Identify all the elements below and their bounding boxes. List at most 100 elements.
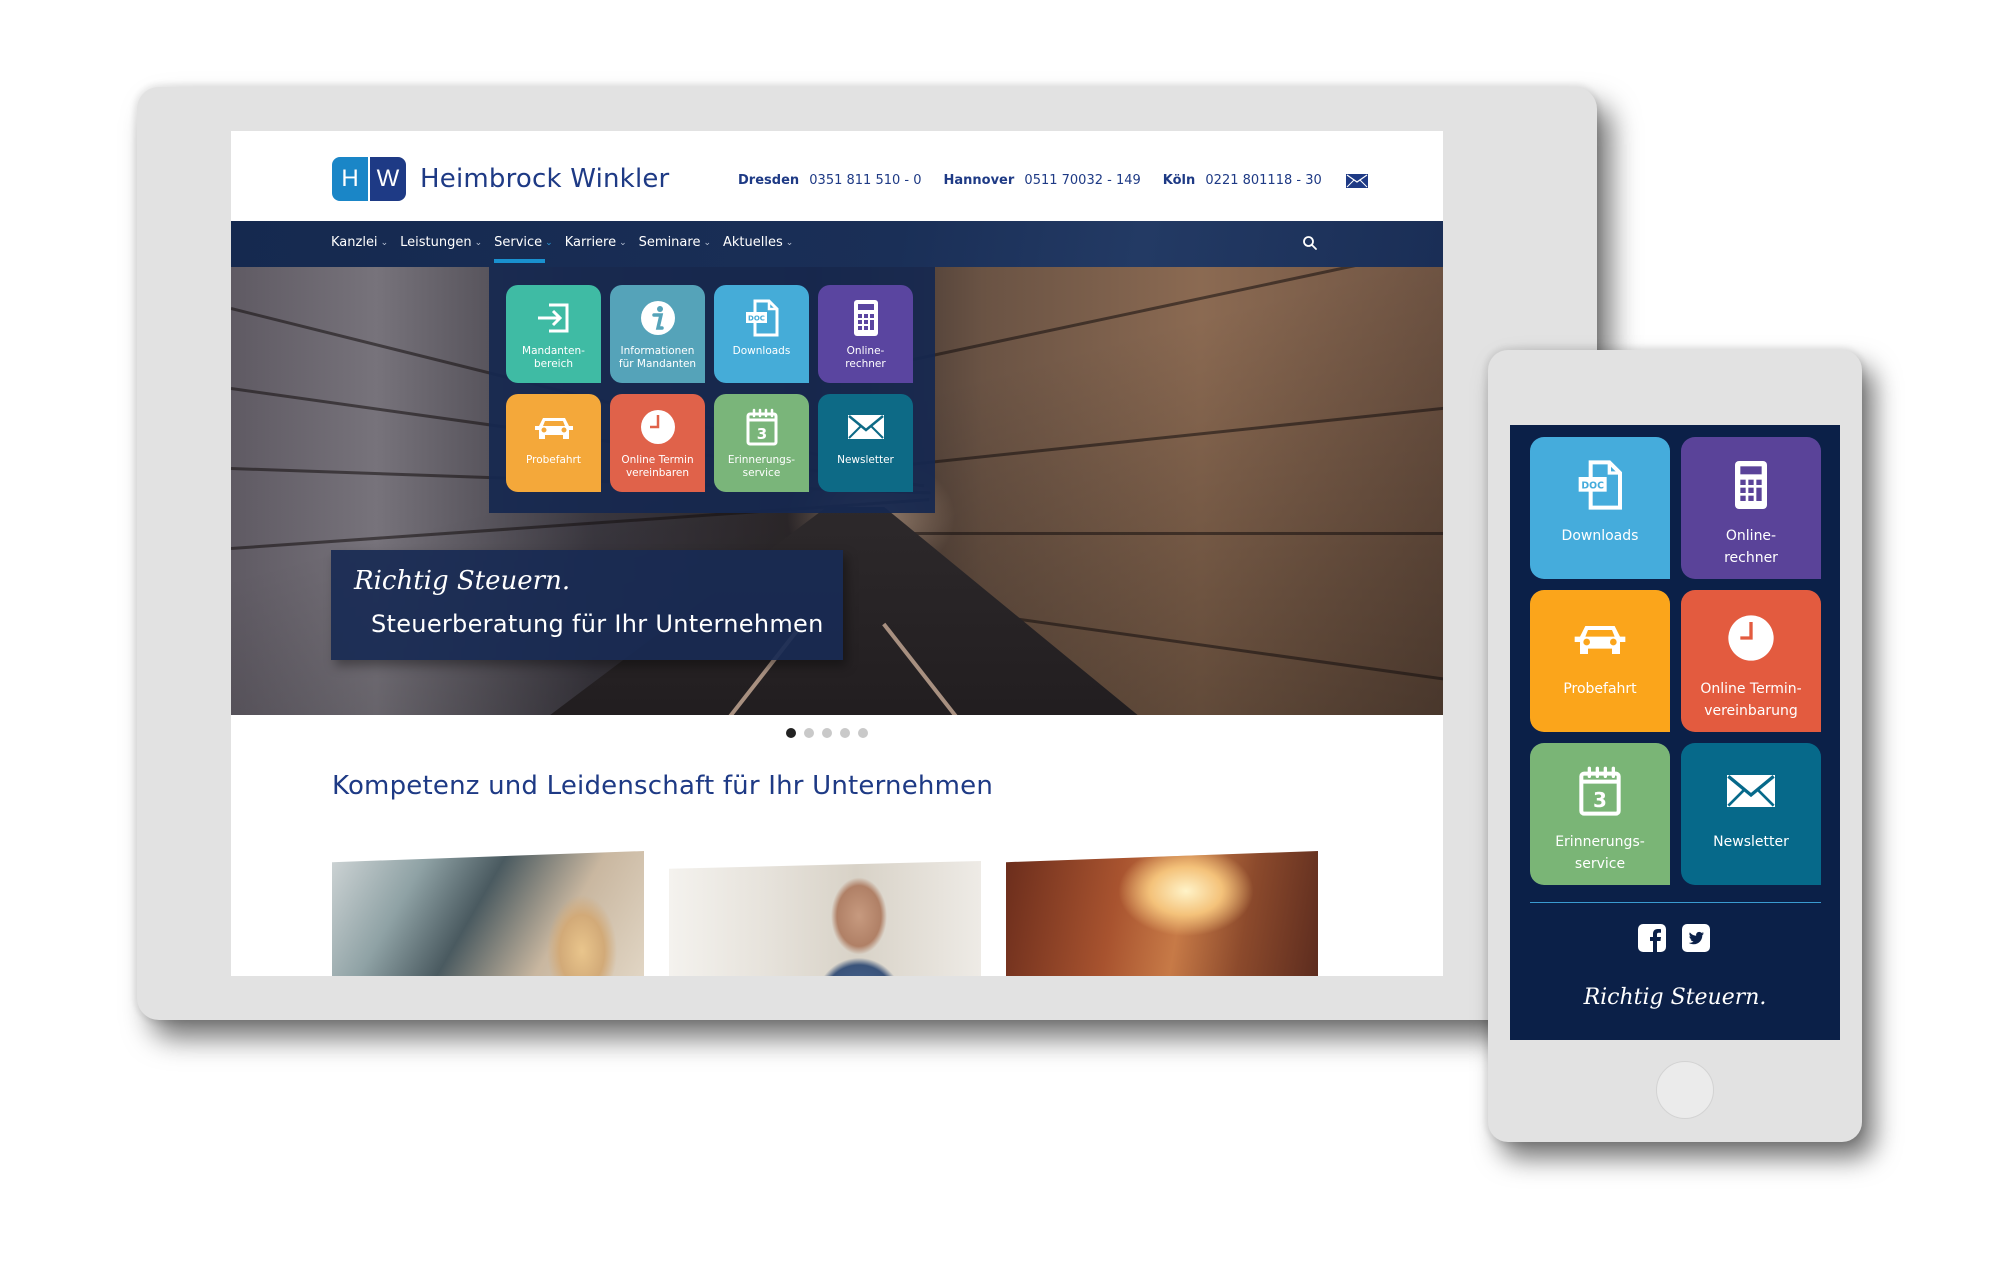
envelope-icon xyxy=(847,415,884,439)
calendar-icon: 3 xyxy=(746,408,777,446)
teaser-image-car-door[interactable] xyxy=(332,851,644,976)
svg-text:3: 3 xyxy=(1593,788,1607,812)
slider-dot-1[interactable] xyxy=(786,728,796,738)
service-tile-newsletter[interactable]: Newsletter xyxy=(818,394,913,492)
tile-label: Online- rechner xyxy=(845,345,886,370)
phone-tile-probefahrt[interactable]: Probefahrt xyxy=(1530,590,1670,732)
footer-divider xyxy=(1530,902,1821,903)
twitter-icon[interactable] xyxy=(1682,924,1710,952)
contact-phone: 0511 70032 - 149 xyxy=(1024,173,1141,188)
chevron-down-icon: ⌄ xyxy=(380,237,389,248)
section-heading: Kompetenz und Leidenschaft für Ihr Unter… xyxy=(332,771,994,801)
phone-tile-erinnerungsservice[interactable]: 3 Erinnerungs- service xyxy=(1530,743,1670,885)
service-dropdown-menu: Mandanten- bereich Informationen für Man… xyxy=(489,267,935,513)
teaser-image-man-portrait[interactable] xyxy=(669,861,981,976)
chevron-down-icon: ⌄ xyxy=(785,237,794,248)
service-tile-informationen[interactable]: Informationen für Mandanten xyxy=(610,285,705,383)
service-tile-onlinerechner[interactable]: Online- rechner xyxy=(818,285,913,383)
contact-hannover[interactable]: Hannover 0511 70032 - 149 xyxy=(943,173,1140,188)
hero-caption: Richtig Steuern. Steuerberatung für Ihr … xyxy=(331,550,843,660)
tile-label: Online- rechner xyxy=(1724,528,1778,566)
tablet-screen: H W Heimbrock Winkler Dresden 0351 811 5… xyxy=(231,131,1443,976)
tile-label: Newsletter xyxy=(837,454,894,466)
envelope-icon xyxy=(1727,775,1775,807)
tile-label: Online Termin vereinbaren xyxy=(621,454,694,479)
slider-pagination xyxy=(786,728,876,738)
hero-tagline: Richtig Steuern. xyxy=(354,566,571,596)
tile-label: Erinnerungs- service xyxy=(727,454,796,479)
hero-streak xyxy=(871,532,1443,535)
nav-label: Kanzlei xyxy=(331,235,378,250)
contact-city: Dresden xyxy=(738,173,800,188)
logo-letter-w: W xyxy=(370,157,406,201)
calculator-icon xyxy=(1735,461,1767,509)
social-links xyxy=(1638,924,1726,952)
chevron-down-icon: ⌄ xyxy=(619,237,627,248)
phone-tile-termin[interactable]: Online Termin- vereinbarung xyxy=(1681,590,1821,732)
service-tile-mandantenbereich[interactable]: Mandanten- bereich xyxy=(506,285,601,383)
nav-item-leistungen[interactable]: Leistungen ⌄ xyxy=(400,235,482,250)
nav-menu: Kanzlei ⌄ Leistungen ⌄ Service ⌄ Karrier… xyxy=(331,235,805,263)
nav-label: Seminare xyxy=(638,235,701,250)
nav-item-service[interactable]: Service ⌄ xyxy=(494,235,553,263)
main-navigation: Kanzlei ⌄ Leistungen ⌄ Service ⌄ Karrier… xyxy=(231,221,1443,267)
calendar-icon: 3 xyxy=(1579,766,1621,816)
phone-tile-newsletter[interactable]: Newsletter xyxy=(1681,743,1821,885)
tile-label: Downloads xyxy=(1561,528,1639,544)
tile-label: Probefahrt xyxy=(1563,681,1637,697)
contact-dresden[interactable]: Dresden 0351 811 510 - 0 xyxy=(738,173,921,188)
car-icon xyxy=(1574,626,1626,654)
logo-letter-h: H xyxy=(332,157,368,201)
nav-label: Leistungen xyxy=(400,235,472,250)
tile-label: Online Termin- vereinbarung xyxy=(1700,681,1802,719)
brand-name: Heimbrock Winkler xyxy=(420,164,670,194)
chevron-down-icon: ⌄ xyxy=(545,237,553,248)
nav-label: Service xyxy=(494,235,543,250)
nav-item-karriere[interactable]: Karriere ⌄ xyxy=(565,235,627,250)
login-icon xyxy=(537,303,568,333)
slider-dot-5[interactable] xyxy=(858,728,868,738)
site-header: H W Heimbrock Winkler Dresden 0351 811 5… xyxy=(231,131,1443,221)
search-icon[interactable] xyxy=(1302,235,1318,251)
contact-city: Hannover xyxy=(943,173,1015,188)
document-icon: DOC xyxy=(745,299,778,337)
tile-label: Informationen für Mandanten xyxy=(618,345,697,370)
contact-phone: 0221 801118 - 30 xyxy=(1205,173,1322,188)
car-icon xyxy=(534,418,573,439)
document-icon: DOC xyxy=(1578,460,1622,510)
logo[interactable]: H W Heimbrock Winkler xyxy=(332,157,669,201)
service-tile-erinnerungsservice[interactable]: 3 Erinnerungs- service xyxy=(714,394,809,492)
phone-home-button[interactable] xyxy=(1656,1061,1714,1119)
contact-city: Köln xyxy=(1162,173,1196,188)
nav-label: Aktuelles xyxy=(723,235,783,250)
svg-text:3: 3 xyxy=(756,425,766,443)
info-icon xyxy=(640,301,675,335)
nav-label: Karriere xyxy=(564,235,617,250)
slider-dot-4[interactable] xyxy=(840,728,850,738)
tile-label: Newsletter xyxy=(1713,834,1789,850)
teaser-image-car-interior[interactable] xyxy=(1006,851,1318,976)
service-tile-downloads[interactable]: DOC Downloads xyxy=(714,285,809,383)
slider-dot-2[interactable] xyxy=(804,728,814,738)
svg-text:DOC: DOC xyxy=(1581,480,1604,491)
service-tile-probefahrt[interactable]: Probefahrt xyxy=(506,394,601,492)
mail-icon[interactable] xyxy=(1345,173,1368,188)
nav-item-kanzlei[interactable]: Kanzlei ⌄ xyxy=(331,235,388,250)
slider-dot-3[interactable] xyxy=(822,728,832,738)
phone-tile-onlinerechner[interactable]: Online- rechner xyxy=(1681,437,1821,579)
tile-label: Probefahrt xyxy=(525,454,581,466)
contact-bar: Dresden 0351 811 510 - 0 Hannover 0511 7… xyxy=(738,173,1368,188)
nav-item-aktuelles[interactable]: Aktuelles ⌄ xyxy=(723,235,793,250)
chevron-down-icon: ⌄ xyxy=(474,237,483,248)
facebook-icon[interactable] xyxy=(1638,924,1666,952)
service-tile-termin[interactable]: Online Termin vereinbaren xyxy=(610,394,705,492)
hero-streak xyxy=(870,404,1443,470)
nav-item-seminare[interactable]: Seminare ⌄ xyxy=(639,235,711,250)
phone-tile-downloads[interactable]: DOC Downloads xyxy=(1530,437,1670,579)
logo-mark: H W xyxy=(332,157,406,201)
contact-koeln[interactable]: Köln 0221 801118 - 30 xyxy=(1163,173,1322,188)
svg-text:DOC: DOC xyxy=(748,315,765,323)
clock-icon xyxy=(640,410,675,444)
tile-label: Mandanten- bereich xyxy=(522,345,585,370)
tile-label: Erinnerungs- service xyxy=(1555,834,1645,872)
